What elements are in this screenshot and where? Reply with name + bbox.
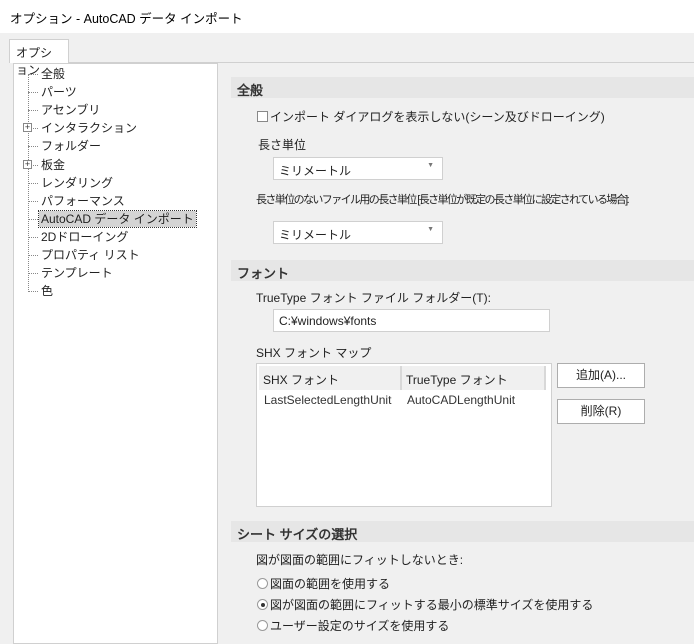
length-unit-value: ミリメートル: [279, 164, 352, 178]
section-header-general: 全般: [231, 77, 694, 98]
shx-map-label: SHX フォント マップ: [256, 346, 372, 360]
tree-item[interactable]: レンダリング: [40, 175, 113, 191]
tree-item[interactable]: 全般: [40, 66, 65, 82]
tree-connector: [28, 273, 38, 275]
add-button[interactable]: 追加(A)...: [557, 363, 645, 388]
radio-custom-size[interactable]: ユーザー設定のサイズを使用する: [257, 617, 449, 634]
expand-icon[interactable]: +: [23, 123, 32, 133]
tree-item[interactable]: 2Dドローイング: [40, 229, 128, 245]
radio-circle[interactable]: [257, 578, 268, 589]
tree-item[interactable]: プロパティ リスト: [40, 247, 140, 263]
length-unit-label: 長さ単位: [258, 138, 307, 152]
radio-label: ユーザー設定のサイズを使用する: [270, 619, 450, 633]
expand-icon[interactable]: +: [23, 159, 32, 169]
window-title: オプション - AutoCAD データ インポート: [0, 0, 694, 33]
tree-item[interactable]: 色: [40, 283, 53, 299]
tree-connector: [28, 182, 38, 184]
tree-item[interactable]: パフォーマンス: [40, 193, 125, 209]
radio-label: 図が図面の範囲にフィットする最小の標準サイズを使用する: [270, 598, 594, 612]
tree-item[interactable]: パーツ: [40, 84, 77, 100]
unitless-unit-select[interactable]: ミリメートル ▼: [273, 221, 443, 244]
sheet-prompt: 図が図面の範囲にフィットしないとき:: [256, 553, 464, 567]
section-header-sheet-size: シート サイズの選択: [231, 521, 694, 542]
no-dialog-checkbox[interactable]: インポート ダイアログを表示しない(シーン及びドローイング): [257, 108, 605, 125]
cell-shx: LastSelectedLengthUnit: [264, 393, 392, 407]
chevron-down-icon: ▼: [427, 162, 434, 169]
no-dialog-label: インポート ダイアログを表示しない(シーン及びドローイング): [270, 110, 605, 124]
font-folder-label: TrueType フォント ファイル フォルダー(T):: [256, 291, 491, 305]
radio-circle[interactable]: [257, 599, 268, 610]
tree-item[interactable]: フォルダー: [40, 138, 101, 154]
radio-use-drawing-extent[interactable]: 図面の範囲を使用する: [257, 575, 390, 592]
chevron-down-icon: ▼: [427, 226, 434, 233]
options-tree[interactable]: 全般パーツアセンブリ + インタラクション フォルダー + 板金レンダリング パフォーマンス…: [13, 63, 218, 644]
tree-connector: [28, 236, 38, 238]
radio-smallest-standard[interactable]: 図が図面の範囲にフィットする最小の標準サイズを使用する: [257, 596, 593, 613]
radio-label: 図面の範囲を使用する: [270, 577, 391, 591]
tree-connector: [28, 110, 38, 112]
tree-connector: [28, 146, 38, 148]
unitless-unit-value: ミリメートル: [279, 228, 352, 242]
tab-options[interactable]: オプション: [9, 39, 69, 77]
table-row[interactable]: LastSelectedLengthUnit AutoCADLengthUnit: [264, 393, 515, 407]
column-header-truetype[interactable]: TrueType フォント: [402, 366, 546, 390]
font-folder-input[interactable]: C:¥windows¥fonts: [273, 309, 550, 332]
column-header-shx[interactable]: SHX フォント: [259, 366, 402, 390]
unitless-label: 長さ単位のないファイル用の長さ単位 [長さ単位が既定の長さ単位に設定されている場…: [256, 194, 630, 206]
delete-button[interactable]: 削除(R): [557, 399, 645, 424]
shx-font-map-list[interactable]: SHX フォント TrueType フォント LastSelectedLengt…: [256, 363, 552, 507]
tree-item[interactable]: テンプレート: [40, 265, 113, 281]
tree-connector: [28, 255, 38, 256]
tree-connector: [28, 218, 38, 220]
radio-circle[interactable]: [257, 620, 268, 631]
checkbox-box[interactable]: [257, 111, 268, 122]
length-unit-select[interactable]: ミリメートル ▼: [273, 157, 443, 180]
tree-item[interactable]: 板金: [40, 157, 65, 173]
tree-item[interactable]: AutoCAD データ インポート: [38, 209, 197, 228]
tree-item[interactable]: アセンブリ: [40, 102, 100, 118]
tree-connector: [28, 92, 38, 94]
section-header-font: フォント: [231, 260, 694, 281]
cell-truetype: AutoCADLengthUnit: [407, 393, 516, 407]
tree-item[interactable]: インタラクション: [40, 120, 137, 136]
tree-connector: [28, 291, 38, 293]
tree-connector: [28, 200, 38, 202]
